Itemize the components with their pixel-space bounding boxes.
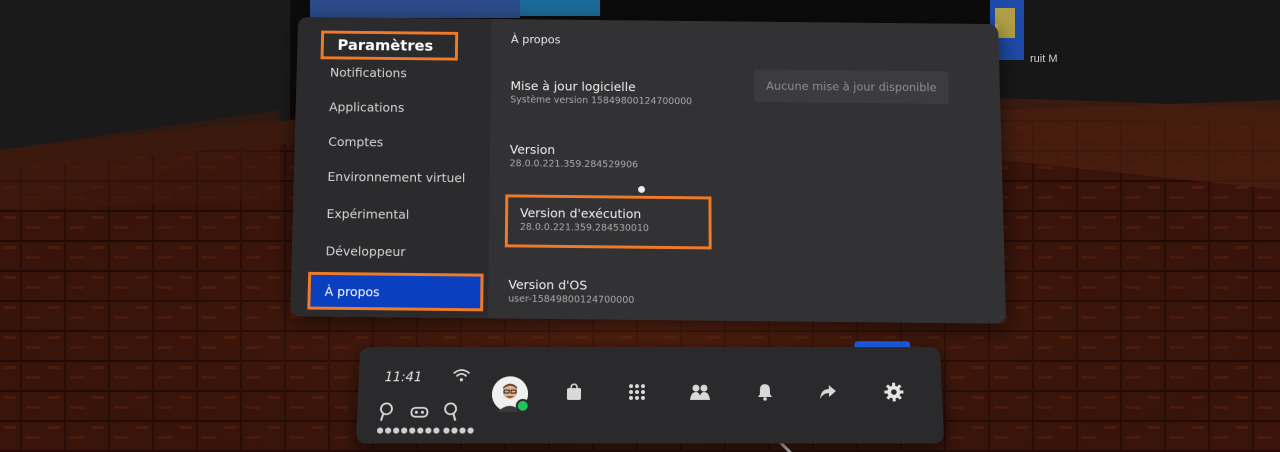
settings-button[interactable]: [881, 380, 906, 404]
software-update-row[interactable]: Mise à jour logicielle Système version 1…: [510, 78, 692, 109]
apps-library-button[interactable]: [625, 380, 649, 404]
poster-partial-text: ruit M: [1030, 53, 1058, 65]
people-icon: [689, 384, 710, 400]
clock: 11:41: [384, 370, 423, 386]
left-controller-icon: [377, 402, 394, 422]
sidebar-item-notifications[interactable]: Notifications: [316, 57, 483, 87]
row-subtitle: user-15849800124700000: [508, 293, 635, 306]
runtime-version-row[interactable]: Version d'exécution 28.0.0.221.359.28453…: [504, 194, 712, 250]
no-update-available-button[interactable]: Aucune mise à jour disponible: [753, 69, 950, 104]
page-title: À propos: [510, 32, 561, 47]
share-button[interactable]: [816, 380, 841, 404]
headset-icon: [409, 402, 430, 422]
online-status-dot: [515, 398, 530, 413]
store-icon: [566, 384, 582, 400]
right-controller-battery: ●●●●: [443, 402, 475, 435]
row-title: Version: [509, 141, 556, 157]
sidebar-item-experimental[interactable]: Expérimental: [312, 198, 481, 229]
settings-title: Paramètres: [320, 30, 459, 61]
right-controller-icon: [443, 402, 460, 422]
store-button[interactable]: [562, 380, 586, 404]
sidebar-item-applications[interactable]: Applications: [315, 92, 483, 123]
user-avatar[interactable]: [491, 376, 530, 413]
sidebar-item-about[interactable]: À propos: [307, 271, 484, 312]
row-subtitle: Système version 15849800124700000: [510, 94, 693, 108]
row-subtitle: 28.0.0.221.359.284529906: [509, 158, 639, 171]
row-subtitle: 28.0.0.221.359.284530010: [519, 221, 649, 235]
os-version-row[interactable]: Version d'OS user-15849800124700000: [508, 277, 634, 308]
settings-sidebar: Paramètres Notifications Applications Co…: [290, 17, 492, 319]
notifications-bell-icon: [757, 384, 772, 401]
sidebar-item-accounts[interactable]: Comptes: [314, 126, 482, 157]
notifications-button[interactable]: [753, 380, 777, 404]
about-panel: À propos Aucune mise à jour disponible M…: [488, 18, 1007, 324]
settings-gear-icon: [884, 382, 904, 402]
scroll-indicator: [638, 186, 646, 193]
sidebar-item-virtual-environment[interactable]: Environnement virtuel: [313, 161, 482, 192]
headset-battery: ●●●●: [409, 402, 441, 435]
wifi-icon: [452, 369, 470, 382]
version-row[interactable]: Version 28.0.0.221.359.284529906: [510, 142, 639, 172]
active-tab-indicator: [854, 341, 911, 348]
people-button[interactable]: [688, 380, 712, 404]
row-title: Version d'OS: [508, 276, 588, 293]
sidebar-item-developer[interactable]: Développeur: [311, 235, 481, 266]
share-icon: [819, 385, 837, 399]
apps-grid-icon: [628, 384, 646, 400]
left-controller-battery: ●●●●: [376, 402, 409, 435]
settings-window: Paramètres Notifications Applications Co…: [290, 17, 1007, 324]
row-title: Mise à jour logicielle: [510, 78, 636, 95]
row-title: Version d'exécution: [519, 205, 642, 222]
universal-menu-dock: 11:41 ●●●● ●●●● ●●●●: [355, 341, 945, 444]
